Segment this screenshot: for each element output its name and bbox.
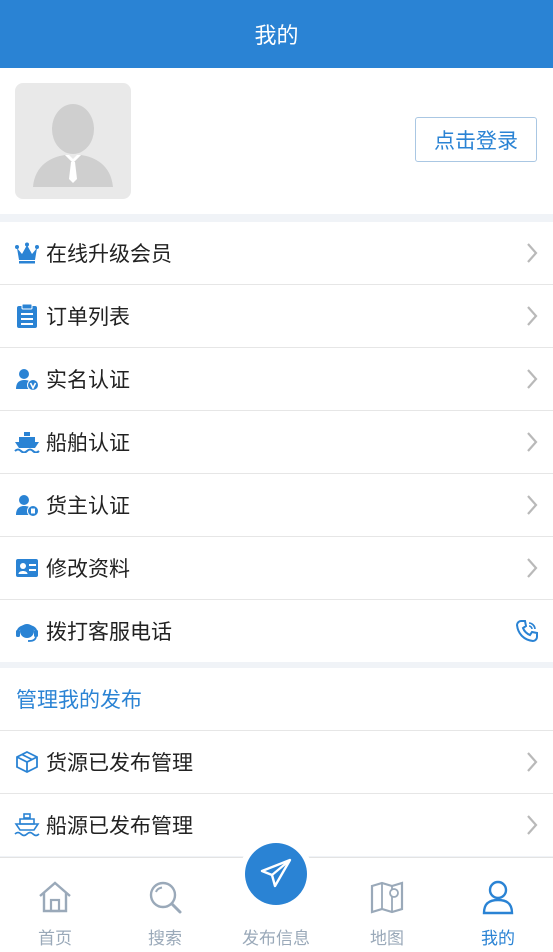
menu-item-label: 船舶认证 bbox=[46, 431, 130, 455]
home-icon bbox=[39, 881, 71, 913]
boat-outline-icon bbox=[14, 812, 40, 838]
section-title: 管理我的发布 bbox=[0, 668, 553, 731]
chevron-right-icon bbox=[527, 495, 538, 515]
chevron-right-icon bbox=[527, 432, 538, 452]
tab-label: 发布信息 bbox=[242, 929, 310, 949]
menu-item-label: 货源已发布管理 bbox=[46, 751, 193, 775]
user-verified-icon bbox=[14, 366, 40, 392]
tab-label: 我的 bbox=[481, 929, 515, 949]
user-icon bbox=[482, 880, 514, 915]
menu-item-label: 修改资料 bbox=[46, 557, 130, 581]
login-button[interactable]: 点击登录 bbox=[415, 117, 537, 162]
publish-button[interactable] bbox=[245, 843, 307, 905]
default-avatar-icon bbox=[33, 104, 113, 187]
tab-home[interactable]: 首页 bbox=[0, 858, 110, 952]
membership-menu: 在线升级会员 订单列表 实名认证 船舶认证 货主认证 修改资料 拨打客服电话 bbox=[0, 222, 553, 662]
map-icon bbox=[370, 881, 404, 914]
chevron-right-icon bbox=[527, 369, 538, 389]
menu-item-edit-profile[interactable]: 修改资料 bbox=[0, 537, 553, 600]
chevron-right-icon bbox=[527, 306, 538, 326]
page-title: 我的 bbox=[254, 24, 299, 49]
package-icon bbox=[14, 749, 40, 775]
menu-item-cargo-published[interactable]: 货源已发布管理 bbox=[0, 731, 553, 794]
id-card-icon bbox=[14, 555, 40, 581]
tab-label: 首页 bbox=[38, 929, 72, 949]
menu-item-order-list[interactable]: 订单列表 bbox=[0, 285, 553, 348]
tab-search[interactable]: 搜索 bbox=[110, 858, 220, 952]
menu-item-label: 船源已发布管理 bbox=[46, 814, 193, 838]
menu-item-ship-verification[interactable]: 船舶认证 bbox=[0, 411, 553, 474]
phone-icon[interactable] bbox=[515, 619, 539, 643]
tab-mine[interactable]: 我的 bbox=[443, 858, 553, 952]
menu-item-upgrade-member[interactable]: 在线升级会员 bbox=[0, 222, 553, 285]
paper-plane-icon bbox=[260, 858, 292, 888]
publish-management-section: 管理我的发布 货源已发布管理 船源已发布管理 bbox=[0, 668, 553, 856]
chevron-right-icon bbox=[527, 815, 538, 835]
tab-label: 搜索 bbox=[148, 929, 182, 949]
menu-item-label: 货主认证 bbox=[46, 494, 130, 518]
chevron-right-icon bbox=[527, 558, 538, 578]
menu-item-label: 在线升级会员 bbox=[46, 242, 172, 266]
tab-label: 地图 bbox=[370, 929, 404, 949]
avatar[interactable] bbox=[15, 83, 131, 199]
menu-item-real-name-verification[interactable]: 实名认证 bbox=[0, 348, 553, 411]
clipboard-icon bbox=[14, 303, 40, 329]
app-header: 我的 bbox=[0, 0, 553, 68]
ship-icon bbox=[14, 429, 40, 455]
menu-item-cargo-owner-verification[interactable]: 货主认证 bbox=[0, 474, 553, 537]
tab-map[interactable]: 地图 bbox=[332, 858, 442, 952]
user-badge-icon bbox=[14, 492, 40, 518]
chevron-right-icon bbox=[527, 752, 538, 772]
menu-item-label: 实名认证 bbox=[46, 368, 130, 392]
menu-item-call-customer-service[interactable]: 拨打客服电话 bbox=[0, 600, 553, 662]
profile-card: 点击登录 bbox=[0, 68, 553, 214]
menu-item-label: 拨打客服电话 bbox=[46, 620, 172, 644]
menu-item-label: 订单列表 bbox=[46, 305, 130, 329]
search-icon bbox=[149, 881, 182, 914]
chevron-right-icon bbox=[527, 243, 538, 263]
headset-icon bbox=[14, 618, 40, 644]
crown-icon bbox=[14, 240, 40, 266]
